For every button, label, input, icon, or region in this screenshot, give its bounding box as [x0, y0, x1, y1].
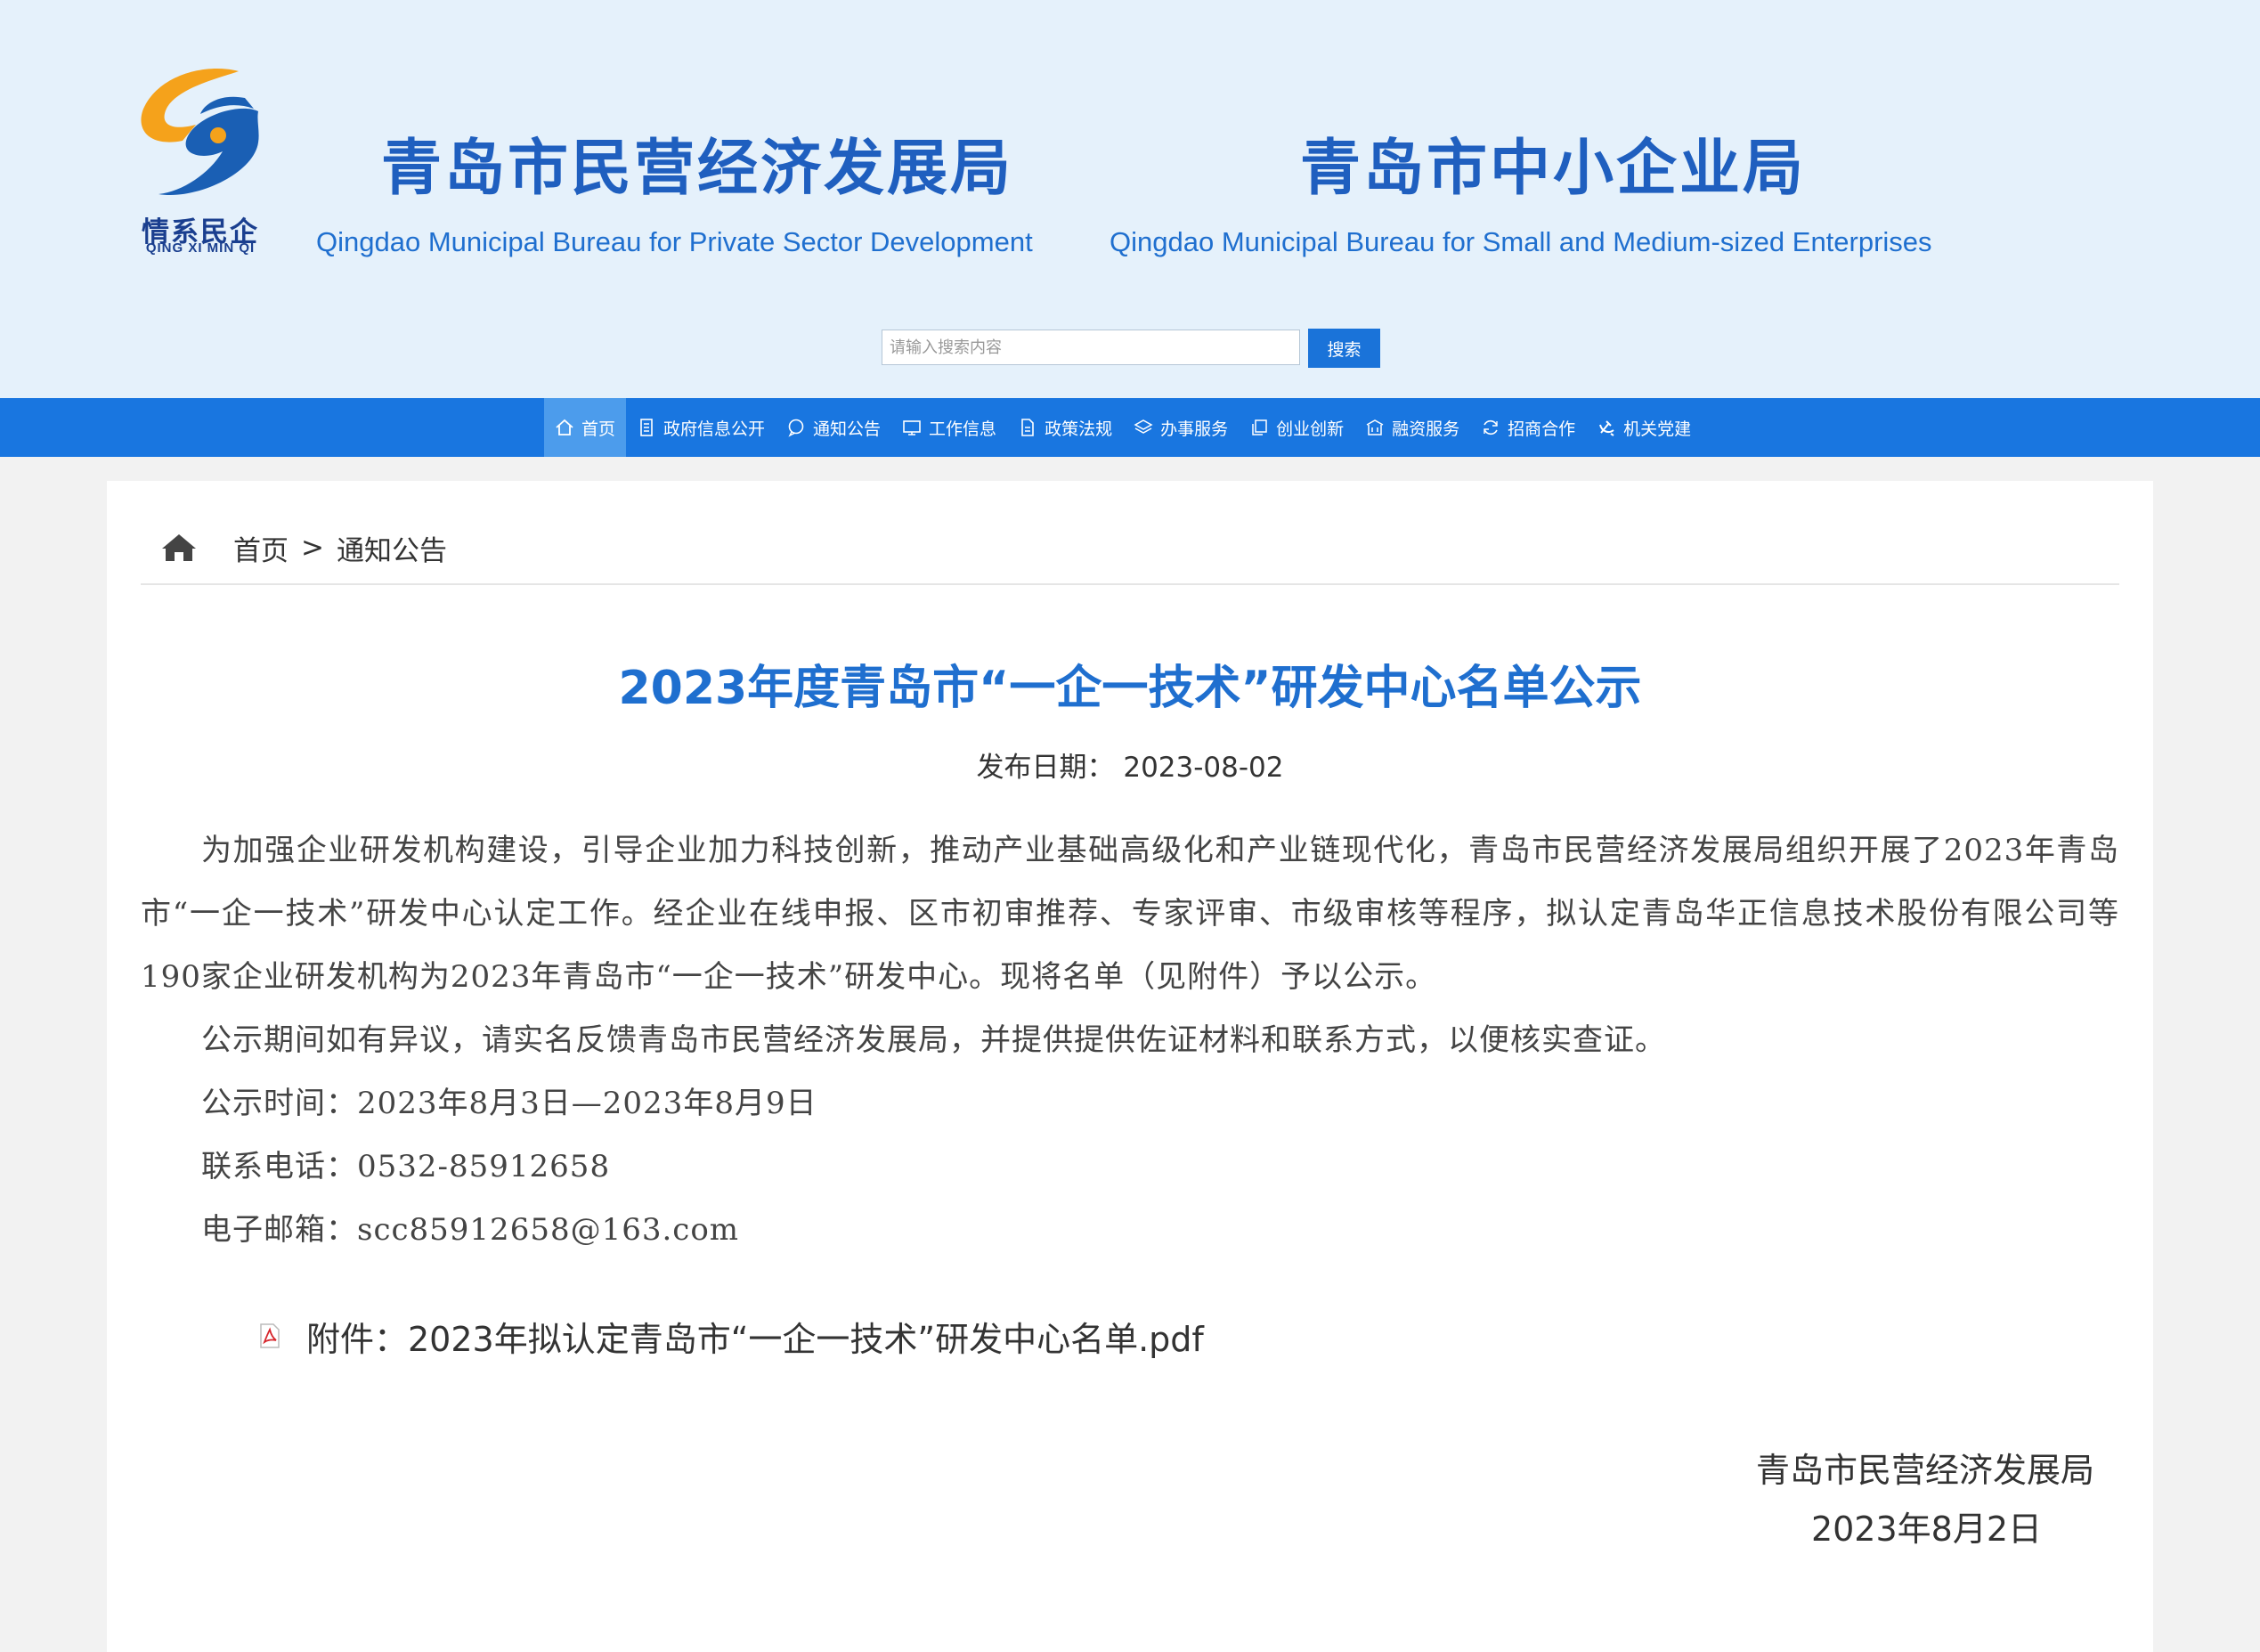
- nav-item-notices[interactable]: 通知公告: [776, 398, 891, 457]
- body-paragraph: 为加强企业研发机构建设，引导企业加力科技创新，推动产业基础高级化和产业链现代化，…: [141, 833, 2119, 995]
- body-paragraph: 电子邮箱：scc85912658@163.com: [201, 1212, 740, 1248]
- breadcrumb: 首页 > 通知公告: [160, 525, 447, 570]
- article-panel: 首页 > 通知公告 2023年度青岛市“一企一技术”研发中心名单公示 发布日期：…: [107, 481, 2153, 1652]
- bureau-title-private-cn: 青岛市民营经济发展局: [381, 134, 1014, 204]
- nav-item-innovation[interactable]: 创业创新: [1239, 398, 1354, 457]
- nav-item-financing[interactable]: 融资服务: [1354, 398, 1470, 457]
- breadcrumb-current[interactable]: 通知公告: [337, 528, 447, 568]
- nav-label: 工作信息: [929, 419, 997, 439]
- nav-label: 通知公告: [813, 419, 882, 439]
- article-body: 为加强企业研发机构建设，引导企业加力科技创新，推动产业基础高级化和产业链现代化，…: [141, 819, 2119, 1262]
- attachment-label[interactable]: 附件：2023年拟认定青岛市“一企一技术”研发中心名单.pdf: [306, 1312, 1204, 1361]
- nav-item-gov-info[interactable]: 政府信息公开: [626, 398, 776, 457]
- search-input[interactable]: [882, 330, 1300, 365]
- bureau-title-private-en: Qingdao Municipal Bureau for Private Sec…: [316, 226, 1033, 257]
- body-paragraph: 公示期间如有异议，请实名反馈青岛市民营经济发展局，并提供提供佐证材料和联系方式，…: [201, 1022, 1666, 1058]
- file-icon: [1018, 418, 1037, 437]
- pdf-icon: [260, 1323, 280, 1348]
- building-icon: [1365, 418, 1385, 437]
- chat-icon: [786, 418, 806, 437]
- nav-label: 首页: [581, 419, 616, 439]
- signature-org: 青岛市民营经济发展局: [1755, 1451, 2094, 1490]
- logo-text-en: QING XI MIN QI: [145, 240, 256, 256]
- nav-label: 招商合作: [1508, 419, 1576, 439]
- bureau-title-sme-cn: 青岛市中小企业局: [1300, 134, 1807, 204]
- document-icon: [637, 418, 656, 437]
- logo-swirl-icon: [141, 69, 259, 196]
- home-icon[interactable]: [160, 532, 198, 564]
- signature-date: 2023年8月2日: [1810, 1510, 2042, 1549]
- nav-item-home[interactable]: 首页: [544, 398, 627, 457]
- body-paragraph: 联系电话：0532-85912658: [201, 1149, 611, 1184]
- home-icon: [555, 418, 574, 437]
- nav-item-work-info[interactable]: 工作信息: [891, 398, 1007, 457]
- attachment-link[interactable]: 附件：2023年拟认定青岛市“一企一技术”研发中心名单.pdf: [258, 1309, 1204, 1363]
- nav-label: 政策法规: [1045, 419, 1113, 439]
- nav-item-policies[interactable]: 政策法规: [1007, 398, 1123, 457]
- refresh-icon: [1481, 418, 1500, 437]
- breadcrumb-home-link[interactable]: 首页: [233, 528, 289, 568]
- main-nav: 首页 政府信息公开 通知公告 工作信息 政策法规 办事服务 创业创新 融资服务 …: [0, 398, 2260, 457]
- site-logo[interactable]: 情系民企 QING XI MIN QI: [134, 62, 272, 258]
- nav-label: 政府信息公开: [663, 419, 766, 439]
- nav-item-services[interactable]: 办事服务: [1123, 398, 1239, 457]
- breadcrumb-divider: [141, 583, 2119, 585]
- nav-label: 机关党建: [1623, 419, 1692, 439]
- nav-item-investment[interactable]: 招商合作: [1470, 398, 1586, 457]
- publish-date: 发布日期： 2023-08-02: [107, 745, 2153, 785]
- publish-date-value: 2023-08-02: [1123, 752, 1284, 784]
- breadcrumb-separator: >: [301, 532, 324, 564]
- nav-label: 融资服务: [1392, 419, 1460, 439]
- search-button[interactable]: 搜索: [1308, 329, 1380, 368]
- bureau-title-sme-en: Qingdao Municipal Bureau for Small and M…: [1110, 226, 1932, 257]
- publish-date-label: 发布日期：: [976, 752, 1115, 784]
- body-paragraph: 公示时间：2023年8月3日—2023年8月9日: [201, 1086, 817, 1121]
- nav-item-party[interactable]: 机关党建: [1586, 398, 1702, 457]
- layers-icon: [1134, 418, 1153, 437]
- monitor-icon: [902, 418, 922, 437]
- nav-label: 创业创新: [1276, 419, 1345, 439]
- party-icon: [1597, 418, 1616, 437]
- site-header: 情系民企 QING XI MIN QI 青岛市民营经济发展局 Qingdao M…: [0, 0, 2260, 398]
- copy-icon: [1249, 418, 1269, 437]
- nav-label: 办事服务: [1160, 419, 1229, 439]
- article-title: 2023年度青岛市“一企一技术”研发中心名单公示: [618, 662, 1642, 715]
